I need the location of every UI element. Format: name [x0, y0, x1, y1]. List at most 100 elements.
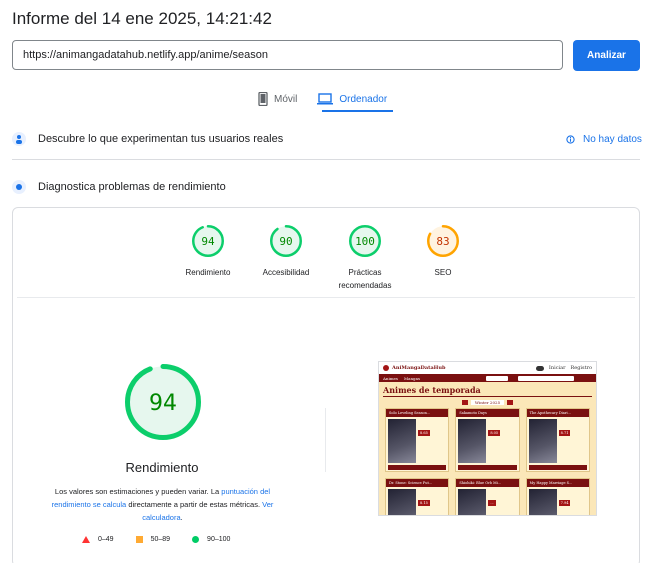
performance-big-gauge: 94: [125, 364, 201, 440]
thumb-card-grid: Solo Leveling Season... 8.65 Sakamoto Day…: [379, 408, 596, 515]
card-title: My Happy Marriage S...: [526, 479, 589, 487]
lab-data-heading: Diagnostica problemas de rendimiento: [38, 181, 226, 193]
score-gauge-ring: 94: [192, 225, 224, 257]
card-score: 8.71: [558, 430, 571, 436]
tab-mobile[interactable]: Móvil: [258, 90, 297, 108]
thumb-header: AniMangaDataHub Iniciar Registro: [379, 362, 596, 374]
legend-range: 90–100: [207, 536, 231, 543]
legend-average: 50–89: [135, 536, 171, 543]
users-icon: [12, 132, 26, 146]
card-cover: [528, 489, 557, 515]
score-legend: 0–49 50–89 90–100: [82, 536, 252, 543]
thumb-nav: Animes Mangas: [379, 374, 596, 382]
gauge-label: Rendimiento: [185, 268, 231, 277]
thumb-search: [518, 375, 575, 381]
card-score: 8.65: [418, 430, 430, 436]
report-title: Informe del 14 ene 2025, 14:21:42: [12, 9, 272, 28]
performance-label: Rendimiento: [125, 460, 199, 475]
card-title: Dr. Stone: Science Fut...: [386, 479, 449, 487]
prev-arrow-icon: [461, 400, 468, 405]
card-cover: [388, 419, 416, 463]
no-data-link[interactable]: No hay datos: [566, 134, 642, 145]
dark-mode-toggle-icon: [535, 365, 544, 371]
card-footer: [388, 465, 447, 470]
thumb-heading: Animes de temporada: [383, 385, 481, 395]
tab-desktop[interactable]: Ordenador: [317, 90, 387, 108]
card-footer: [458, 465, 517, 470]
info-icon: [566, 135, 575, 144]
legend-range: 50–89: [150, 536, 171, 543]
no-data-label: No hay datos: [583, 134, 642, 145]
thumb-season-label: Winter 2025: [470, 400, 505, 405]
url-input[interactable]: https://animangadatahub.netlify.app/anim…: [12, 40, 563, 70]
gauge-best-practices[interactable]: 100 Prácticas recomendadas: [325, 224, 405, 292]
thumb-anime-card: My Happy Marriage S... 7.94: [525, 478, 590, 515]
legend-fail: 0–49: [82, 536, 114, 543]
gauge-label: SEO: [434, 268, 452, 277]
thumb-anime-card: The Apothecary Diari... 8.71: [525, 408, 590, 472]
note-text: .: [180, 513, 183, 522]
field-data-heading: Descubre lo que experimentan tus usuario…: [38, 133, 284, 145]
thumb-anime-card: Dr. Stone: Science Fut... 8.15: [385, 478, 450, 515]
card-title: Solo Leveling Season...: [386, 409, 449, 417]
legend-pass: 90–100: [192, 536, 230, 543]
card-cover: [458, 489, 487, 515]
thumb-register: Registro: [570, 365, 593, 371]
legend-range: 0–49: [98, 536, 114, 543]
thumb-nav-item: Mangas: [403, 375, 421, 381]
vertical-divider: [325, 408, 326, 472]
gauge-score: 100: [355, 235, 375, 248]
site-logo-icon: [383, 365, 389, 371]
card-title: Shiohiki: Blue Orb Mi...: [456, 479, 519, 487]
next-arrow-icon: [507, 400, 514, 405]
gauge-score: 94: [149, 391, 177, 416]
score-gauge-ring: 83: [427, 225, 459, 257]
page-screenshot-thumbnail: AniMangaDataHub Iniciar Registro Animes …: [378, 361, 597, 516]
thumb-site-name: AniMangaDataHub: [392, 365, 446, 371]
analyze-button[interactable]: Analizar: [573, 40, 640, 71]
triangle-icon: [82, 536, 90, 543]
score-gauge-ring: 100: [349, 225, 381, 257]
thumb-nav-item: Animes: [383, 375, 398, 381]
gauge-seo[interactable]: 83 SEO: [403, 224, 483, 279]
note-text: Los valores son estimaciones y pueden va…: [54, 487, 222, 496]
thumb-rule: [383, 396, 592, 397]
lab-data-section: Diagnostica problemas de rendimiento: [12, 180, 226, 194]
gauge-score: 94: [201, 235, 215, 248]
gauge-score: 90: [279, 235, 292, 248]
active-tab-indicator: [322, 110, 393, 112]
card-score: ...: [488, 500, 496, 506]
gauge-performance[interactable]: 94 Rendimiento: [168, 224, 248, 279]
card-title: Sakamoto Days: [456, 409, 519, 417]
thumb-anime-card: Solo Leveling Season... 8.65: [385, 408, 450, 472]
thumb-select: [486, 375, 509, 381]
gauge-label: Prácticas recomendadas: [338, 268, 392, 290]
field-data-section: Descubre lo que experimentan tus usuario…: [12, 132, 283, 146]
gauge-accessibility[interactable]: 90 Accesibilidad: [246, 224, 326, 279]
card-score: 8.05: [488, 430, 501, 436]
gauge-score: 83: [436, 235, 449, 248]
card-title: The Apothecary Diari...: [526, 409, 589, 417]
card-cover: [388, 489, 416, 515]
thumb-season-selector: Winter 2025: [379, 400, 596, 405]
card-cover: [528, 419, 557, 463]
gauge-label: Accesibilidad: [262, 268, 310, 277]
thumb-anime-card: Shiohiki: Blue Orb Mi......: [455, 478, 520, 515]
laptop-icon: [317, 93, 334, 105]
note-text: directamente a partir de estas métricas.: [126, 500, 263, 509]
device-tabs: Móvil Ordenador: [258, 90, 387, 108]
section-divider: [12, 159, 640, 160]
card-cover: [458, 419, 487, 463]
tab-mobile-label: Móvil: [274, 93, 298, 105]
thumb-login: Iniciar: [548, 365, 566, 371]
performance-note: Los valores son estimaciones y pueden va…: [40, 485, 285, 524]
card-divider: [17, 297, 635, 298]
card-footer: [528, 465, 587, 470]
square-icon: [135, 536, 143, 543]
flask-icon: [12, 180, 26, 194]
card-score: 8.15: [418, 500, 430, 506]
tab-desktop-label: Ordenador: [339, 93, 388, 105]
card-score: 7.94: [558, 500, 571, 506]
thumb-anime-card: Sakamoto Days 8.05: [455, 408, 520, 472]
circle-icon: [192, 536, 200, 543]
